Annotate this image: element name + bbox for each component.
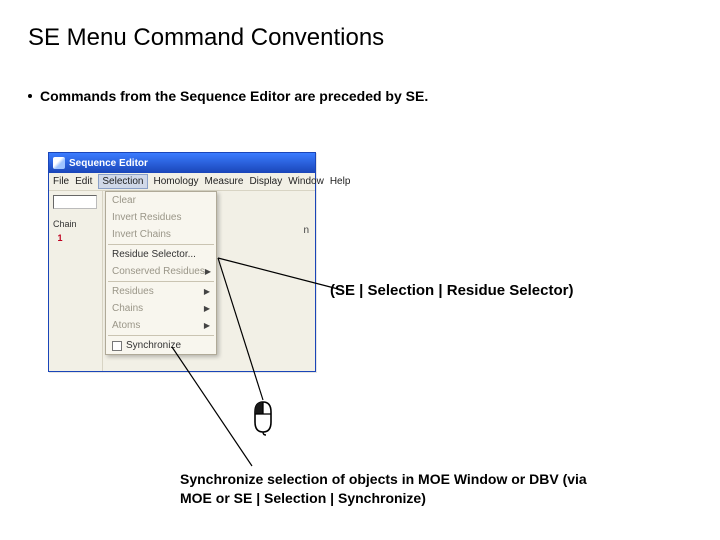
menu-item-chains[interactable]: Chains▶ [106,300,216,317]
sequence-editor-icon [53,157,65,169]
submenu-arrow-icon: ▶ [204,304,210,313]
menu-separator [108,244,214,245]
chain-label: Chain [53,219,98,229]
sequence-input[interactable] [53,195,97,209]
checkbox-icon[interactable] [112,341,122,351]
annotation-menu-path: (SE | Selection | Residue Selector) [330,282,573,299]
menu-help[interactable]: Help [330,176,351,187]
bullet-text: Commands from the Sequence Editor are pr… [40,88,428,104]
mouse-icon [251,400,275,436]
menu-file[interactable]: File [53,176,69,187]
menu-edit[interactable]: Edit [75,176,92,187]
synchronize-label: Synchronize [126,340,181,351]
menu-item-conserved-residues[interactable]: Conserved Residues▶ [106,263,216,280]
chain-1[interactable]: 1 [53,231,67,245]
left-panel: Chain 1 [49,191,103,371]
menu-item-residues[interactable]: Residues▶ [106,283,216,300]
slide-title: SE Menu Command Conventions [28,24,384,52]
menu-item-invert-residues[interactable]: Invert Residues [106,209,216,226]
menu-separator [108,335,214,336]
menu-measure[interactable]: Measure [205,176,244,187]
menu-item-residue-selector[interactable]: Residue Selector... [106,246,216,263]
menu-item-invert-chains[interactable]: Invert Chains [106,226,216,243]
window-body: Chain 1 n Clear Invert Residues Invert C… [49,191,315,371]
submenu-arrow-icon: ▶ [204,321,210,330]
submenu-arrow-icon: ▶ [205,267,211,276]
menu-window[interactable]: Window [288,176,324,187]
menu-display[interactable]: Display [249,176,282,187]
menubar: File Edit Selection Homology Measure Dis… [49,173,315,191]
titlebar: Sequence Editor [49,153,315,173]
menu-item-atoms[interactable]: Atoms▶ [106,317,216,334]
menu-item-clear[interactable]: Clear [106,192,216,209]
selection-menu-dropdown: Clear Invert Residues Invert Chains Resi… [105,191,217,355]
annotation-synchronize: Synchronize selection of objects in MOE … [180,470,600,508]
menu-item-synchronize[interactable]: Synchronize [106,337,216,354]
submenu-arrow-icon: ▶ [204,287,210,296]
bullet-dot-icon [28,94,32,98]
sequence-editor-window: Sequence Editor File Edit Selection Homo… [48,152,316,372]
menu-selection[interactable]: Selection [98,174,147,189]
menu-separator [108,281,214,282]
bullet-row: Commands from the Sequence Editor are pr… [28,88,428,104]
menu-homology[interactable]: Homology [154,176,199,187]
window-title: Sequence Editor [69,158,148,169]
body-glyph: n [303,225,309,236]
